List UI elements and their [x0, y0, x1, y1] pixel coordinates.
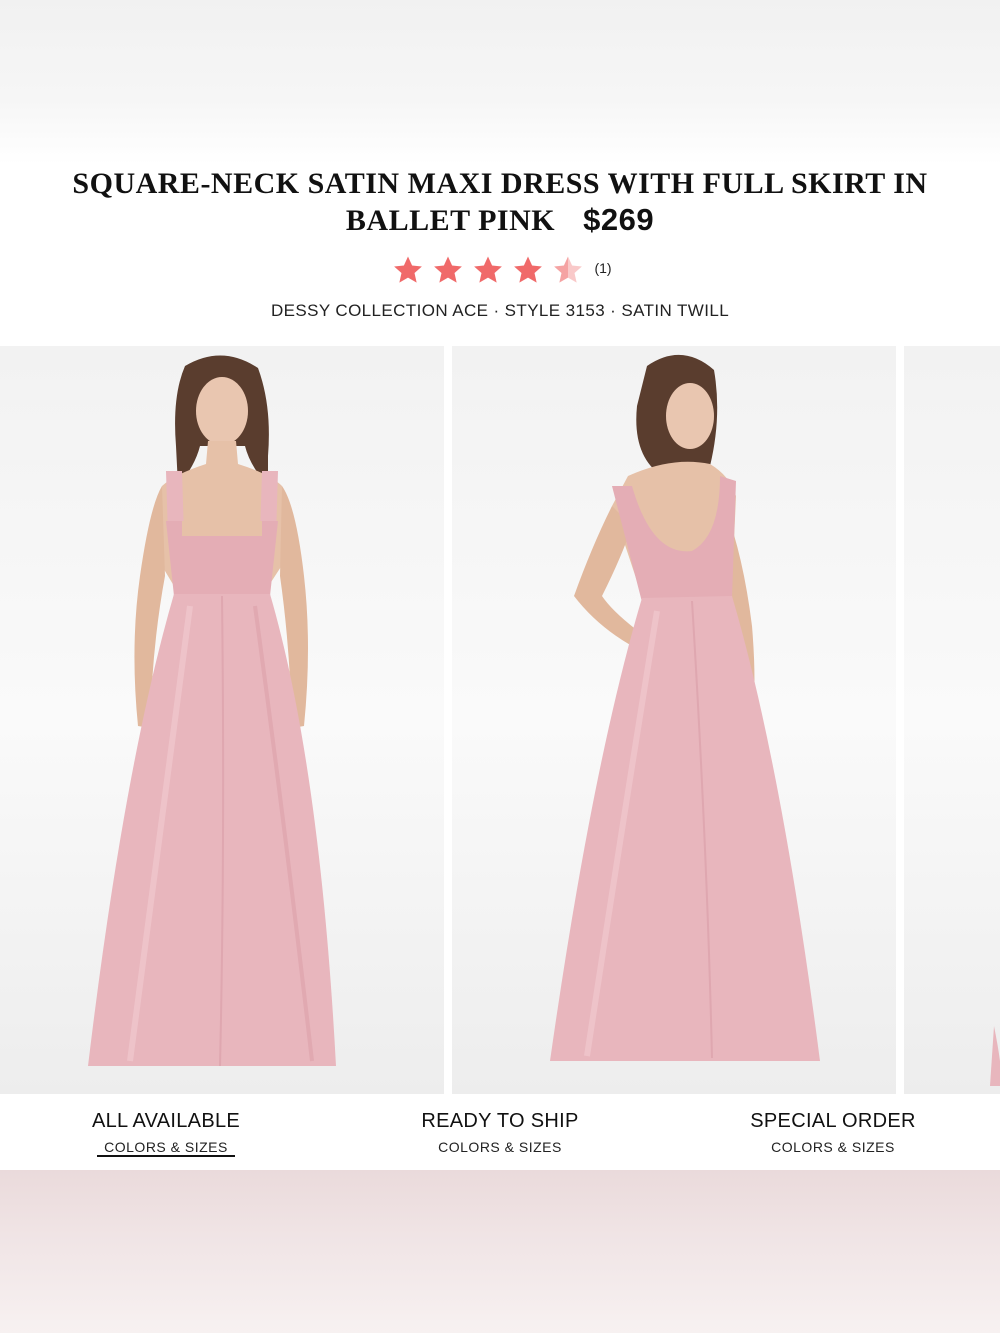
- availability-tabs: ALL AVAILABLE COLORS & SIZES READY TO SH…: [0, 1094, 1000, 1170]
- star-half-icon: [554, 256, 583, 283]
- tab-label: READY TO SHIP: [421, 1110, 579, 1132]
- tab-sublabel: COLORS & SIZES: [104, 1139, 228, 1155]
- dress-partial-image: [990, 1026, 1000, 1086]
- tab-sublabel: COLORS & SIZES: [771, 1139, 895, 1155]
- product-gallery[interactable]: [0, 346, 1000, 1094]
- tab-special-order[interactable]: SPECIAL ORDER COLORS & SIZES: [733, 1110, 933, 1155]
- tab-all-available[interactable]: ALL AVAILABLE COLORS & SIZES: [66, 1110, 266, 1155]
- gallery-image-partial[interactable]: [904, 346, 1000, 1094]
- gallery-image-front[interactable]: [0, 346, 444, 1094]
- product-meta: DESSY COLLECTION ACE · STYLE 3153 · SATI…: [270, 301, 730, 320]
- bottom-background: [0, 1170, 1000, 1333]
- dress-front-image: [88, 355, 336, 1067]
- product-title: SQUARE-NECK SATIN MAXI DRESS WITH FULL S…: [20, 166, 980, 239]
- tab-label: SPECIAL ORDER: [750, 1110, 916, 1132]
- review-count[interactable]: (1): [594, 260, 611, 276]
- star-icon: [474, 256, 503, 283]
- product-name: SQUARE-NECK SATIN MAXI DRESS WITH FULL S…: [72, 167, 928, 237]
- active-tab-indicator: [97, 1155, 235, 1157]
- top-background: [0, 0, 1000, 165]
- tab-sublabel: COLORS & SIZES: [438, 1139, 562, 1155]
- rating[interactable]: (1): [0, 252, 1000, 288]
- dress-back-image: [550, 354, 820, 1061]
- gallery-image-back[interactable]: [452, 346, 896, 1094]
- star-icon: [514, 256, 543, 283]
- tab-ready-to-ship[interactable]: READY TO SHIP COLORS & SIZES: [400, 1110, 600, 1155]
- star-icon: [434, 256, 463, 283]
- tab-label: ALL AVAILABLE: [91, 1110, 241, 1132]
- product-price: $269: [583, 202, 655, 237]
- star-icon: [394, 256, 423, 283]
